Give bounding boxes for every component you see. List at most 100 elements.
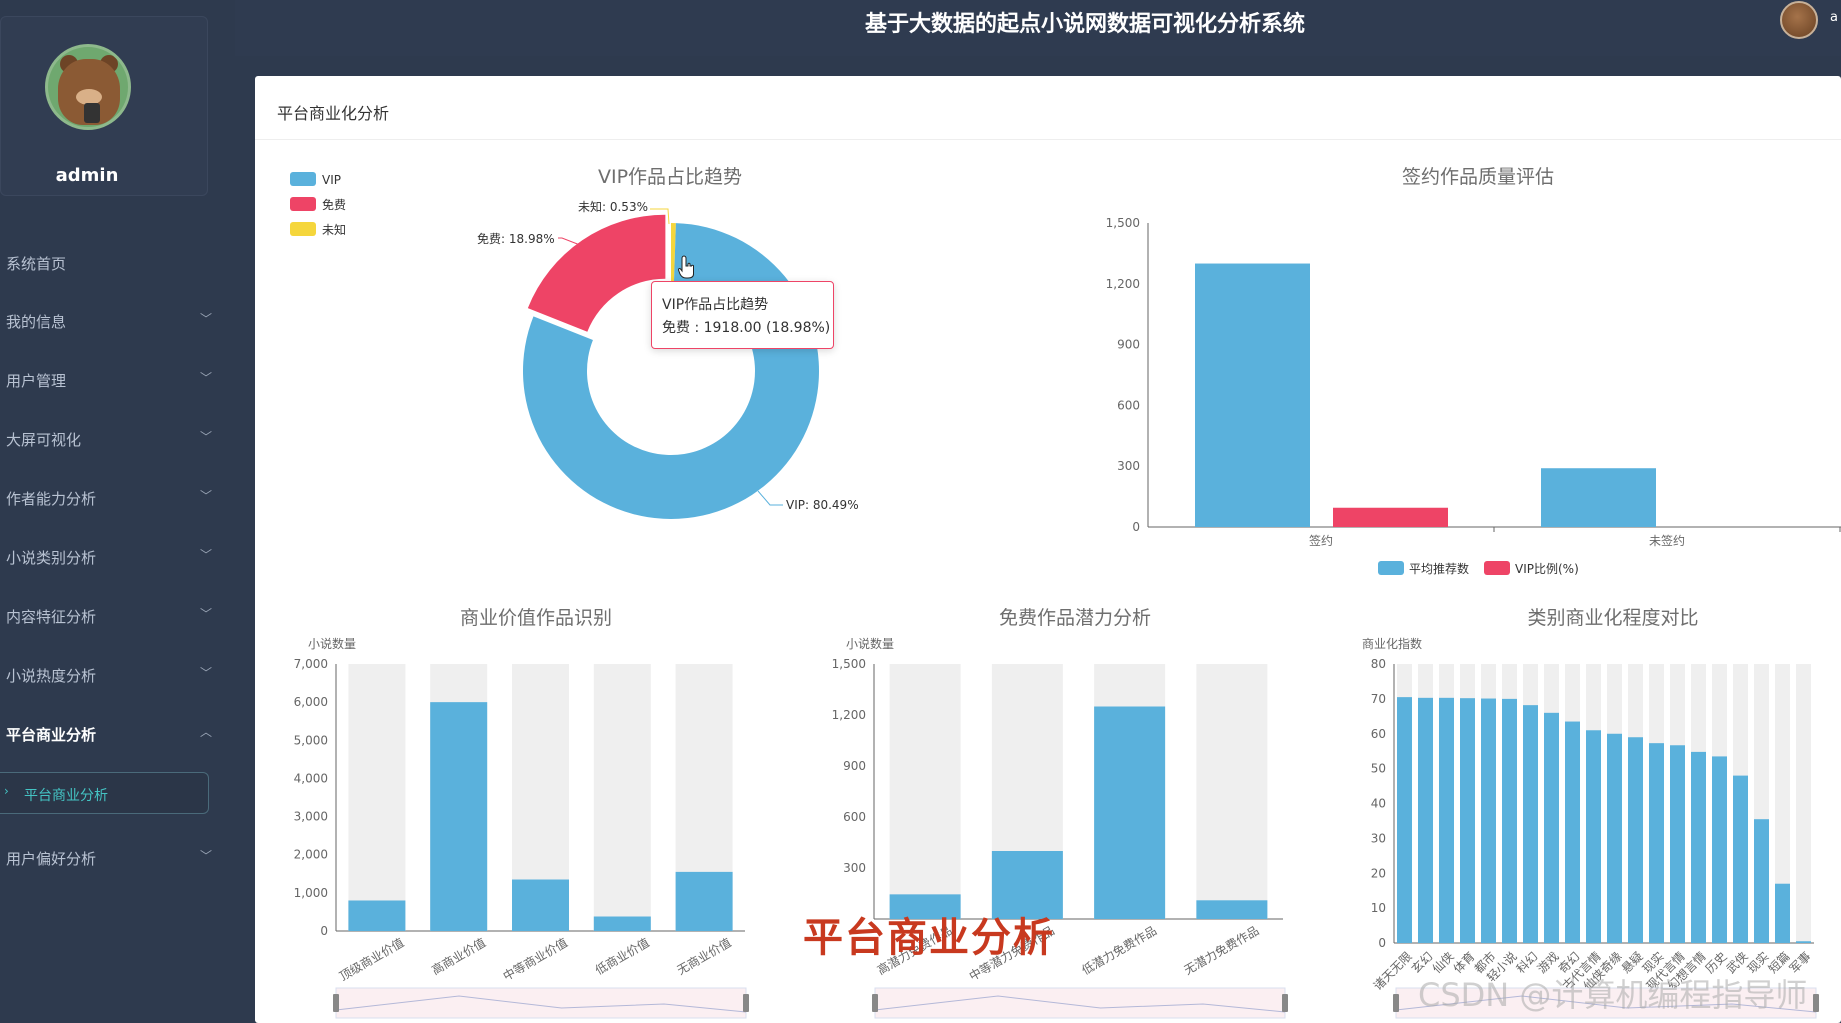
y-tick-label: 2,000 — [294, 848, 328, 862]
bar — [675, 871, 733, 931]
bar — [1439, 697, 1454, 943]
leader-line — [757, 490, 783, 506]
zoom-slider-handle-left — [872, 994, 878, 1012]
y-tick-label: 20 — [1371, 866, 1386, 880]
y-tick-label: 300 — [843, 861, 866, 875]
hand-cursor-icon — [678, 255, 694, 279]
pie-label: 未知: 0.53% — [578, 200, 648, 214]
x-tick-label: 高商业价值 — [429, 935, 488, 978]
y-tick-label: 70 — [1371, 692, 1386, 706]
pie-label: VIP: 80.49% — [786, 498, 859, 512]
y-tick-label: 50 — [1371, 762, 1386, 776]
x-tick-label: 中等商业价值 — [500, 935, 570, 984]
y-tick-label: 1,000 — [294, 886, 328, 900]
bar — [1586, 730, 1601, 943]
x-tick-label: 无商业价值 — [674, 935, 733, 978]
bar — [512, 879, 569, 931]
bar — [1481, 698, 1496, 943]
y-tick-label: 900 — [1117, 338, 1140, 352]
bar — [1502, 698, 1517, 943]
leader-line — [558, 237, 581, 246]
watermark: CSDN @计算机编程指导师 — [1418, 976, 1808, 1014]
y-tick-label: 0 — [1378, 936, 1386, 950]
bar — [1754, 819, 1769, 943]
bar — [1670, 745, 1685, 943]
bar-background — [889, 664, 961, 919]
y-tick-label: 30 — [1371, 831, 1386, 845]
x-tick-label: 签约 — [1309, 533, 1333, 548]
bar-background — [593, 664, 651, 931]
y-tick-label: 300 — [1117, 459, 1140, 473]
tooltip-value: 免费 : 1918.00 (18.98%) — [662, 320, 831, 336]
bar — [1397, 697, 1412, 943]
y-tick-label: 0 — [320, 924, 328, 938]
y-tick-label: 40 — [1371, 797, 1386, 811]
zoom-slider-handle-right — [743, 994, 749, 1012]
legend-label: VIP比例(%) — [1515, 562, 1579, 576]
legend-swatch — [290, 172, 316, 186]
bar — [1628, 737, 1643, 943]
y-tick-label: 10 — [1371, 901, 1386, 915]
x-tick-label: 无潜力免费作品 — [1181, 923, 1261, 978]
bar — [1460, 698, 1475, 943]
x-tick-label: 诸天无限 — [1371, 949, 1415, 993]
bar-平均推荐数 — [1195, 263, 1310, 527]
overlay-caption: 平台商业分析 — [803, 915, 1055, 961]
zoom-slider-handle-right — [1282, 994, 1288, 1012]
bar-background — [1796, 664, 1811, 943]
x-tick-label: 未签约 — [1649, 533, 1685, 548]
y-tick-label: 4,000 — [294, 771, 328, 785]
legend-swatch — [1378, 561, 1404, 575]
legend-swatch — [1484, 561, 1510, 575]
y-tick-label: 1,200 — [832, 708, 866, 722]
zoom-slider-handle-right — [1813, 994, 1819, 1012]
bar — [1544, 712, 1559, 943]
bar-VIP比例(%) — [1333, 507, 1448, 527]
y-tick-label: 6,000 — [294, 695, 328, 709]
legend-swatch — [290, 197, 316, 211]
bar — [1196, 900, 1268, 919]
y-tick-label: 1,500 — [1106, 216, 1140, 230]
bar — [1796, 941, 1811, 943]
bar — [1094, 706, 1166, 919]
x-tick-label: 低潜力免费作品 — [1079, 923, 1159, 978]
bar — [1691, 751, 1706, 943]
x-tick-label: 顶级商业价值 — [337, 935, 407, 984]
charts-canvas: VIP 免费未知 VIP: 80.49% 免费: 18.98% 未知: 0.53% 0 30… — [290, 172, 1841, 1019]
legend-label: 免费 — [322, 197, 346, 212]
y-tick-label: 7,000 — [294, 657, 328, 671]
bar — [1775, 883, 1790, 943]
zoom-slider-handle-left — [333, 994, 339, 1012]
legend-label: 未知 — [322, 223, 346, 237]
bar — [1733, 775, 1748, 943]
y-tick-label: 1,200 — [1106, 277, 1140, 291]
y-tick-label: 60 — [1371, 727, 1386, 741]
chart-tooltip: VIP作品占比趋势 免费 : 1918.00 (18.98%) — [651, 281, 834, 349]
bar — [1712, 756, 1727, 943]
bar — [1565, 721, 1580, 943]
y-tick-label: 5,000 — [294, 733, 328, 747]
bar — [348, 900, 406, 931]
bar — [1418, 697, 1433, 943]
bar-平均推荐数 — [1541, 468, 1656, 527]
bar-background — [348, 664, 406, 931]
bar — [1523, 705, 1538, 943]
y-tick-label: 600 — [1117, 398, 1140, 412]
zoom-slider-handle-left — [1393, 994, 1399, 1012]
tooltip-title: VIP作品占比趋势 — [662, 297, 769, 313]
bar — [1649, 743, 1664, 943]
y-tick-label: 600 — [843, 810, 866, 824]
pie-label: 免费: 18.98% — [477, 231, 555, 246]
legend-label: 平均推荐数 — [1409, 561, 1469, 576]
bar — [430, 702, 488, 931]
legend-label: VIP — [322, 173, 341, 187]
bar-background — [1196, 664, 1268, 919]
bar — [1607, 733, 1622, 943]
bar — [593, 916, 651, 931]
y-tick-label: 1,500 — [832, 657, 866, 671]
y-tick-label: 3,000 — [294, 810, 328, 824]
y-tick-label: 900 — [843, 759, 866, 773]
x-tick-label: 低商业价值 — [592, 935, 651, 978]
legend-swatch — [290, 222, 316, 236]
y-tick-label: 80 — [1371, 657, 1386, 671]
